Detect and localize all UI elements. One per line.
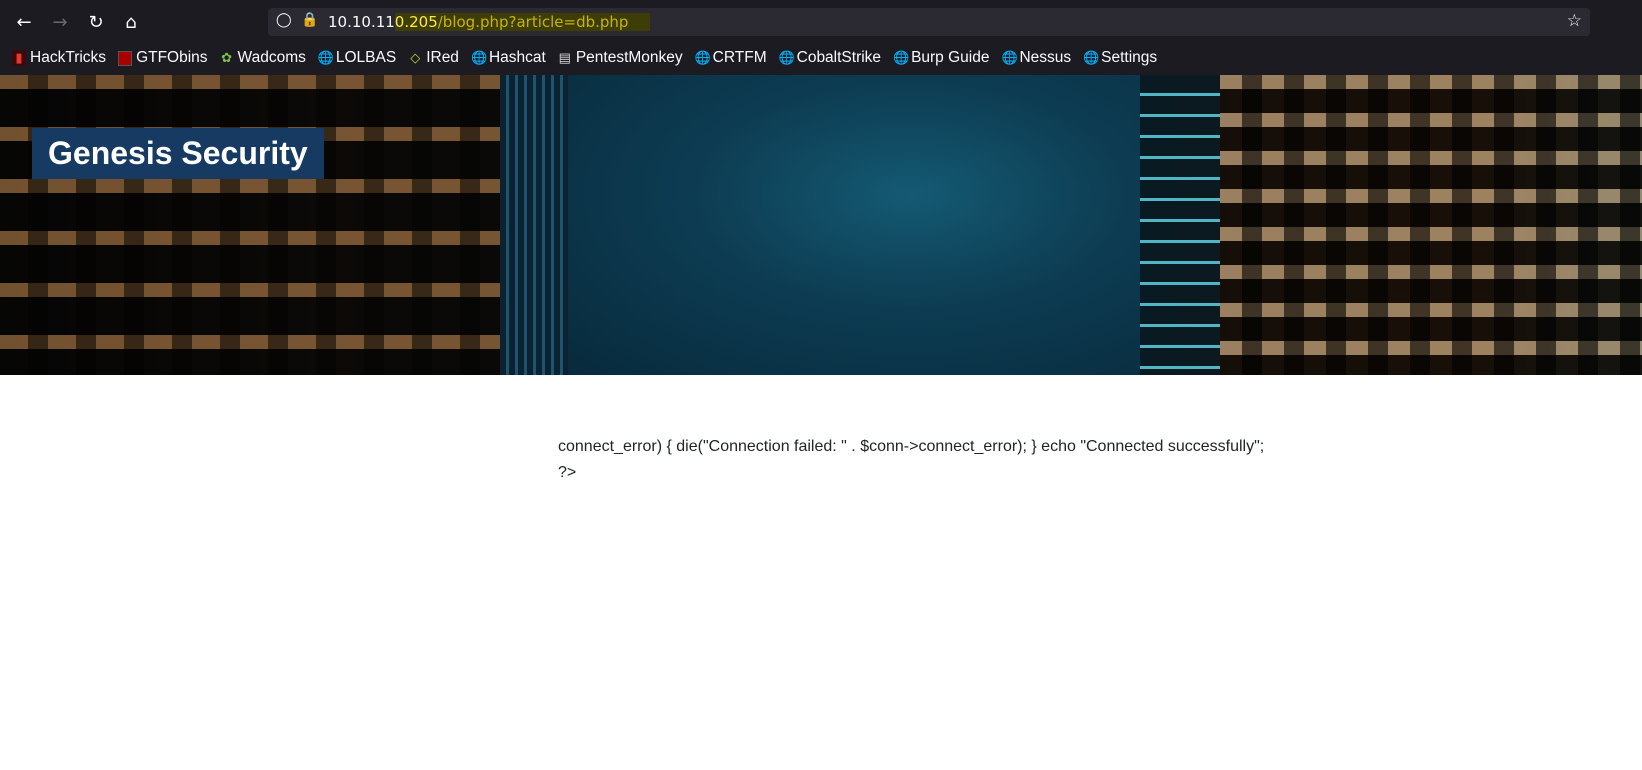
article-content: connect_error) { die("Connection failed:… (558, 434, 1318, 486)
gtfobins-icon (118, 50, 133, 66)
home-icon[interactable]: ⌂ (117, 8, 145, 36)
bookmark-label: Settings (1101, 49, 1158, 66)
forward-arrow-icon[interactable]: → (46, 8, 74, 36)
bookmark-nessus[interactable]: 🌐 Nessus (1001, 49, 1071, 67)
bookmark-label: CobaltStrike (796, 49, 882, 66)
browser-chrome: ← → ↻ ⌂ ◯ 🔒 10.10.110.205/blog.php?artic… (0, 0, 1642, 75)
bookmark-label: PentestMonkey (575, 49, 683, 66)
globe-icon: 🌐 (470, 50, 488, 65)
bookmark-label: Wadcoms (237, 49, 306, 66)
bookmark-wadcoms[interactable]: ✿ Wadcoms (220, 49, 306, 67)
bookmark-hacktricks[interactable]: ▮ HackTricks (12, 49, 106, 67)
site-title[interactable]: Genesis Security (32, 128, 324, 179)
bookmark-star-icon[interactable]: ☆ (1567, 11, 1582, 31)
bookmark-gtfobins[interactable]: GTFObins (118, 49, 208, 67)
globe-icon: 🌐 (893, 50, 910, 65)
url-host-suffix: 0.205 (394, 13, 438, 31)
bookmark-label: LOLBAS (335, 49, 397, 66)
left-building-image (0, 75, 570, 375)
bookmark-label: GTFObins (136, 49, 208, 66)
url-host-prefix: 10.10.11 (328, 13, 395, 31)
hero-banner: Genesis Security (0, 75, 1642, 375)
bookmark-cobaltstrike[interactable]: 🌐 CobaltStrike (779, 49, 881, 67)
shield-icon[interactable]: ◯ (276, 12, 292, 28)
globe-icon: 🌐 (1083, 50, 1100, 65)
article-text-line-1: connect_error) { die("Connection failed:… (558, 438, 1265, 455)
bookmark-pentestmonkey[interactable]: ▤ PentestMonkey (558, 49, 683, 67)
bookmark-label: HackTricks (30, 49, 107, 66)
article-text-line-2: ?> (558, 464, 577, 481)
globe-icon: 🌐 (778, 50, 795, 65)
navigation-toolbar: ← → ↻ ⌂ ◯ 🔒 10.10.110.205/blog.php?artic… (0, 0, 1642, 44)
night-sky-image (568, 75, 1140, 375)
right-building-image (1220, 75, 1642, 375)
globe-icon: 🌐 (694, 50, 711, 65)
url-path: /blog.php?article=db.php (437, 13, 629, 31)
right-building-edge (1140, 75, 1220, 375)
globe-icon: 🌐 (1001, 50, 1018, 65)
bookmark-label: Nessus (1019, 49, 1072, 66)
bookmark-settings[interactable]: 🌐 Settings (1083, 49, 1157, 67)
bookmark-label: Hashcat (488, 49, 546, 66)
wadcoms-icon: ✿ (221, 50, 232, 65)
reload-icon[interactable]: ↻ (82, 8, 110, 36)
bookmarks-toolbar: ▮ HackTricks GTFObins ✿ Wadcoms 🌐 LOLBAS… (12, 46, 1169, 70)
bookmark-lolbas[interactable]: 🌐 LOLBAS (318, 49, 396, 67)
bookmark-label: Burp Guide (911, 49, 990, 66)
url-highlighted-part: 0.205/blog.php?article=db.php (394, 13, 651, 31)
hacktricks-icon: ▮ (12, 50, 26, 66)
insecure-lock-icon[interactable]: 🔒 (301, 12, 318, 28)
ired-icon: ◇ (410, 50, 421, 65)
url-text[interactable]: 10.10.110.205/blog.php?article=db.php (328, 13, 651, 31)
back-arrow-icon[interactable]: ← (10, 8, 38, 36)
globe-icon: 🌐 (317, 50, 335, 65)
left-building-edge (500, 75, 570, 375)
bookmark-ired[interactable]: ◇ IRed (408, 49, 459, 67)
bookmark-label: CRTFM (712, 49, 767, 66)
address-bar[interactable]: ◯ 🔒 10.10.110.205/blog.php?article=db.ph… (268, 8, 1590, 36)
bookmark-hashcat[interactable]: 🌐 Hashcat (471, 49, 546, 67)
bookmark-label: IRed (426, 49, 459, 66)
pentestmonkey-icon: ▤ (558, 50, 571, 65)
bookmark-crtfm[interactable]: 🌐 CRTFM (695, 49, 767, 67)
bookmark-burp-guide[interactable]: 🌐 Burp Guide (893, 49, 989, 67)
